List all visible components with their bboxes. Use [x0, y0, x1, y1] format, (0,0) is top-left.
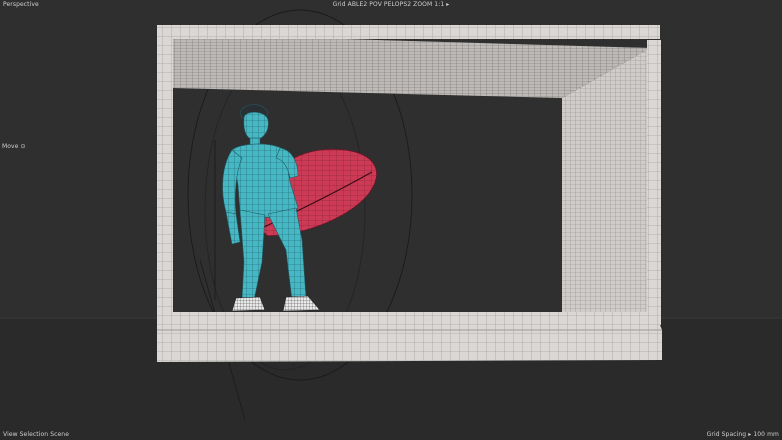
view-label[interactable]: Perspective — [3, 1, 39, 9]
scene-canvas[interactable] — [0, 0, 782, 440]
grid-spacing-label: Grid Spacing ▸ 100 mm — [706, 431, 779, 438]
viewport-stats: Grid ABLE2 POV PELOPS2 ZOOM 1:1 ▸ — [332, 1, 450, 8]
tool-label[interactable]: Move ⊙ — [2, 143, 26, 151]
box-ceiling[interactable] — [173, 34, 650, 98]
scene-label[interactable]: View Selection Scene — [3, 431, 69, 439]
box-frame-left[interactable] — [157, 25, 173, 325]
box-frame-top[interactable] — [160, 25, 660, 39]
box-frame-right[interactable] — [647, 40, 661, 325]
box-floor-slab[interactable] — [157, 312, 662, 362]
3d-viewport[interactable]: Perspective Grid ABLE2 POV PELOPS2 ZOOM … — [0, 0, 782, 440]
